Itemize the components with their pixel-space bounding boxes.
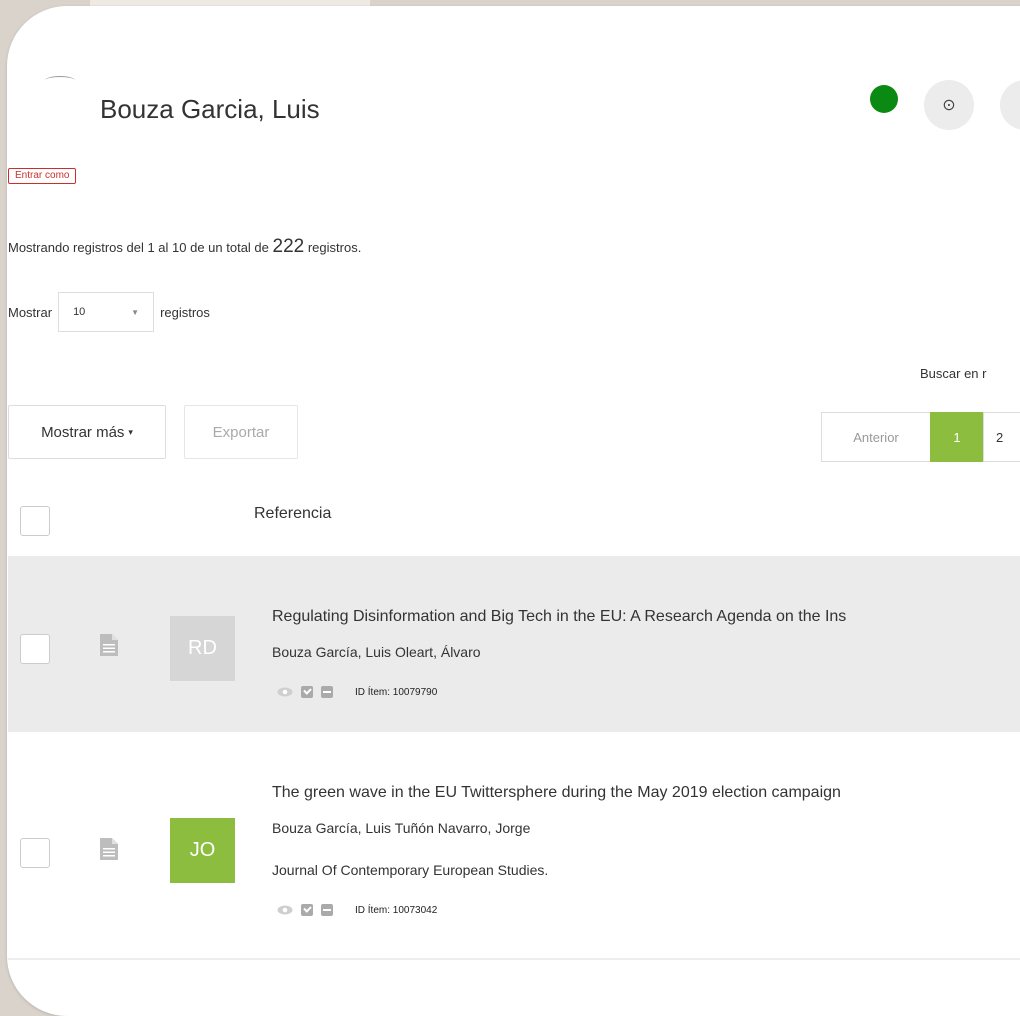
records-summary: Mostrando registros del 1 al 10 de un to… (8, 236, 361, 258)
checkbox-icon[interactable] (301, 686, 313, 698)
eye-icon[interactable] (277, 687, 293, 697)
table-row-highlight (8, 556, 1020, 732)
help-icon: ⊙ (942, 97, 956, 114)
page-length-value: 10 (73, 306, 86, 318)
show-more-button[interactable]: Mostrar más ▾ (8, 405, 166, 459)
row-divider (8, 958, 1020, 960)
pagination: Anterior 1 2 (821, 412, 1020, 462)
item-title[interactable]: The green wave in the EU Twittersphere d… (272, 784, 841, 802)
pagination-page-2[interactable]: 2 (983, 412, 1020, 462)
row-checkbox[interactable] (20, 838, 50, 868)
caret-down-icon: ▼ (131, 307, 140, 317)
item-title[interactable]: Regulating Disinformation and Big Tech i… (272, 608, 846, 626)
minus-icon[interactable] (321, 686, 333, 698)
row-checkbox[interactable] (20, 634, 50, 664)
page-length-suffix: registros (160, 304, 210, 320)
entrar-como-button[interactable]: Entrar como (8, 168, 77, 184)
item-authors: Bouza García, Luis Oleart, Álvaro (272, 644, 481, 660)
summary-prefix: Mostrando registros del 1 al 10 de un to… (8, 240, 269, 255)
page-length-label: Mostrar (8, 304, 53, 320)
item-meta: ID Ítem: 10079790 (277, 686, 437, 698)
item-journal: Journal Of Contemporary European Studies… (272, 862, 549, 878)
minus-icon[interactable] (321, 904, 333, 916)
summary-total: 222 (272, 236, 305, 257)
export-button[interactable]: Exportar (184, 405, 298, 459)
avatar: JO (170, 818, 235, 883)
document-icon (100, 838, 118, 860)
item-id-label: ID Ítem: (355, 904, 391, 916)
panel-decoration (45, 76, 75, 85)
status-indicator (870, 85, 898, 113)
summary-suffix: registros. (307, 240, 362, 255)
item-id: 10073042 (392, 904, 438, 916)
eye-icon[interactable] (277, 905, 293, 915)
item-meta: ID Ítem: 10073042 (277, 904, 437, 916)
column-header-referencia: Referencia (254, 505, 332, 522)
pagination-previous[interactable]: Anterior (821, 412, 931, 462)
document-icon (100, 634, 118, 656)
page-length-select[interactable]: 10 ▼ (58, 292, 155, 332)
pagination-page-1[interactable]: 1 (930, 412, 984, 462)
page-length-control: Mostrar 10 ▼ registros (8, 291, 210, 333)
item-id: 10079790 (392, 686, 438, 698)
avatar: RD (170, 616, 235, 681)
search-label: Buscar en r (920, 366, 987, 381)
select-all-checkbox[interactable] (20, 506, 50, 536)
item-id-label: ID Ítem: (355, 686, 391, 698)
profile-name: Bouza Garcia, Luis (100, 94, 320, 124)
checkbox-icon[interactable] (301, 904, 313, 916)
caret-down-icon: ▾ (128, 426, 133, 437)
show-more-label: Mostrar más (41, 423, 125, 441)
help-button[interactable]: ⊙ (924, 80, 974, 130)
item-authors: Bouza García, Luis Tuñón Navarro, Jorge (272, 820, 531, 836)
